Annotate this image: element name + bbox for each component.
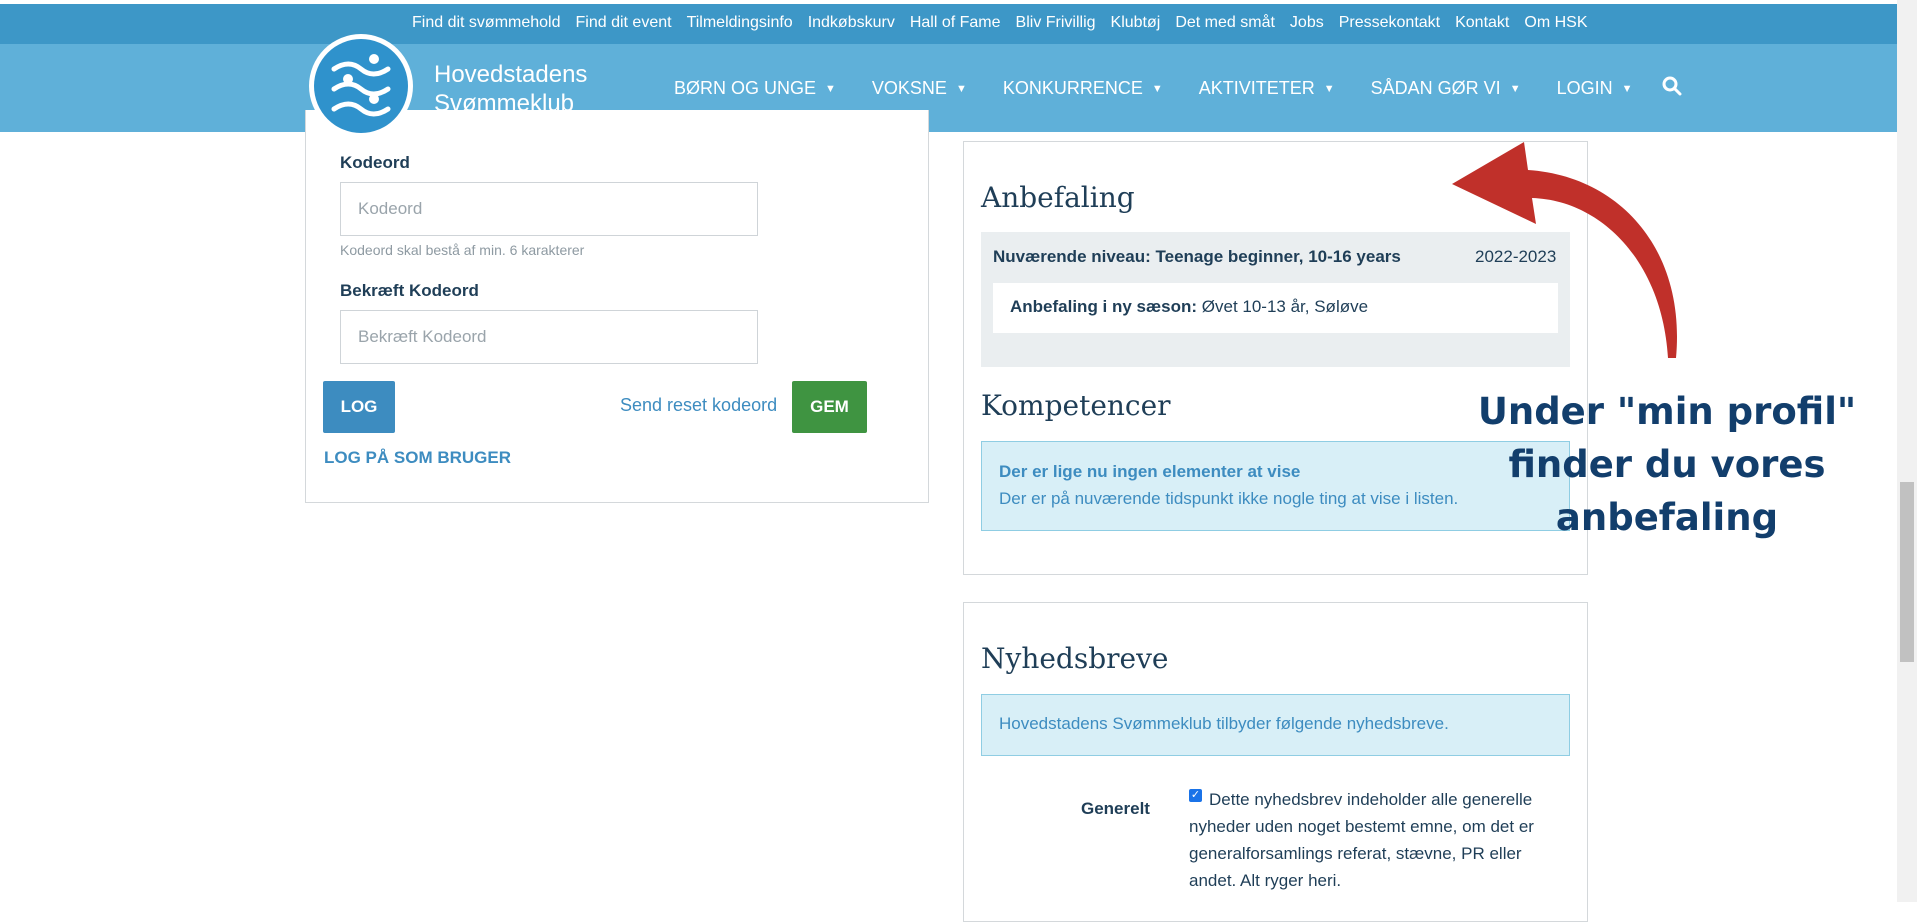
caret-down-icon: ▼ <box>1323 82 1335 95</box>
top-link-indkobskurv[interactable]: Indkøbskurv <box>808 14 895 32</box>
password-input[interactable]: Kodeord <box>340 182 758 236</box>
send-reset-link[interactable]: Send reset kodeord <box>620 395 777 416</box>
newsletter-heading: Nyhedsbreve <box>981 642 1169 675</box>
caret-down-icon: ▼ <box>825 82 836 95</box>
top-link-det-med-smat[interactable]: Det med småt <box>1175 14 1275 32</box>
nav-login[interactable]: LOGIN ▼ <box>1557 78 1633 99</box>
top-link-bliv-frivillig[interactable]: Bliv Frivillig <box>1016 14 1096 32</box>
top-link-find-svommehold[interactable]: Find dit svømmehold <box>412 14 561 32</box>
main-nav: BØRN OG UNGE ▼ VOKSNE ▼ KONKURRENCE ▼ AKTIV… <box>674 76 1682 101</box>
page-scrollbar[interactable] <box>1897 0 1917 902</box>
recommendation-heading: Anbefaling <box>981 181 1135 214</box>
caret-down-icon: ▼ <box>1151 82 1163 95</box>
club-name[interactable]: Hovedstadens Svømmeklub <box>434 60 587 118</box>
caret-down-icon: ▼ <box>955 82 967 95</box>
new-season-recommendation: Anbefaling i ny sæson: Øvet 10-13 år, Sø… <box>1010 297 1368 317</box>
competences-heading: Kompetencer <box>981 389 1171 422</box>
new-season-value: Øvet 10-13 år, Søløve <box>1201 297 1369 316</box>
caret-down-icon: ▼ <box>1621 82 1633 95</box>
newsletter-general-checkbox[interactable]: ✓ <box>1189 789 1202 802</box>
top-link-jobs[interactable]: Jobs <box>1290 14 1324 32</box>
current-level: Nuværende niveau: Teenage beginner, 10-1… <box>993 247 1401 266</box>
top-link-hall-of-fame[interactable]: Hall of Fame <box>910 14 1001 32</box>
confirm-password-label: Bekræft Kodeord <box>340 281 479 300</box>
top-link-pressekontakt[interactable]: Pressekontakt <box>1339 14 1440 32</box>
top-link-tilmeldingsinfo[interactable]: Tilmeldingsinfo <box>687 14 793 32</box>
log-button[interactable]: LOG <box>323 381 395 433</box>
newsletter-general-label: Generelt <box>1081 799 1150 818</box>
nav-born-og-unge[interactable]: BØRN OG UNGE ▼ <box>674 78 836 99</box>
nav-label: BØRN OG UNGE <box>674 78 817 98</box>
new-season-label: Anbefaling i ny sæson: <box>1010 297 1198 316</box>
newsletter-general-description: Dette nyhedsbrev indeholder alle generel… <box>1189 790 1534 890</box>
newsletter-intro: Hovedstadens Svømmeklub tilbyder følgend… <box>999 714 1449 733</box>
caret-down-icon: ▼ <box>1509 82 1521 95</box>
password-hint: Kodeord skal bestå af min. 6 karakterer <box>340 242 585 258</box>
top-utility-bar: Find dit svømmehold Find dit event Tilme… <box>0 0 1897 44</box>
swimmer-logo-icon <box>314 39 408 133</box>
annotation-callout: Under "min profil" finder du vores anbef… <box>1477 390 1857 539</box>
empty-text: Der er på nuværende tidspunkt ikke nogle… <box>999 489 1459 508</box>
top-link-klubtoj[interactable]: Klubtøj <box>1111 14 1161 32</box>
scrollbar-thumb[interactable] <box>1900 482 1914 662</box>
nav-label: LOGIN <box>1556 78 1613 98</box>
top-link-om-hsk[interactable]: Om HSK <box>1524 14 1587 32</box>
club-name-line1: Hovedstadens <box>434 61 588 88</box>
nav-label: AKTIVITETER <box>1198 78 1315 98</box>
nav-label: SÅDAN GØR VI <box>1370 78 1501 98</box>
search-icon[interactable] <box>1662 76 1682 101</box>
club-logo[interactable] <box>309 34 413 138</box>
nav-aktiviteter[interactable]: AKTIVITETER ▼ <box>1199 78 1335 99</box>
nav-sadan-gor-vi[interactable]: SÅDAN GØR VI ▼ <box>1371 78 1521 99</box>
top-links: Find dit svømmehold Find dit event Tilme… <box>412 14 1603 32</box>
club-name-line2: Svømmeklub <box>434 90 575 117</box>
login-as-user-link[interactable]: LOG PÅ SOM BRUGER <box>324 448 511 468</box>
top-link-kontakt[interactable]: Kontakt <box>1455 14 1509 32</box>
nav-voksne[interactable]: VOKSNE ▼ <box>872 78 967 99</box>
nav-label: VOKSNE <box>871 78 947 98</box>
save-button[interactable]: GEM <box>792 381 867 433</box>
nav-konkurrence[interactable]: KONKURRENCE ▼ <box>1003 78 1163 99</box>
confirm-password-input[interactable]: Bekræft Kodeord <box>340 310 758 364</box>
curved-arrow-icon <box>1452 142 1678 358</box>
top-link-find-event[interactable]: Find dit event <box>576 14 672 32</box>
empty-title: Der er lige nu ingen elementer at vise <box>999 462 1301 481</box>
nav-label: KONKURRENCE <box>1002 78 1143 98</box>
password-label: Kodeord <box>340 153 410 172</box>
